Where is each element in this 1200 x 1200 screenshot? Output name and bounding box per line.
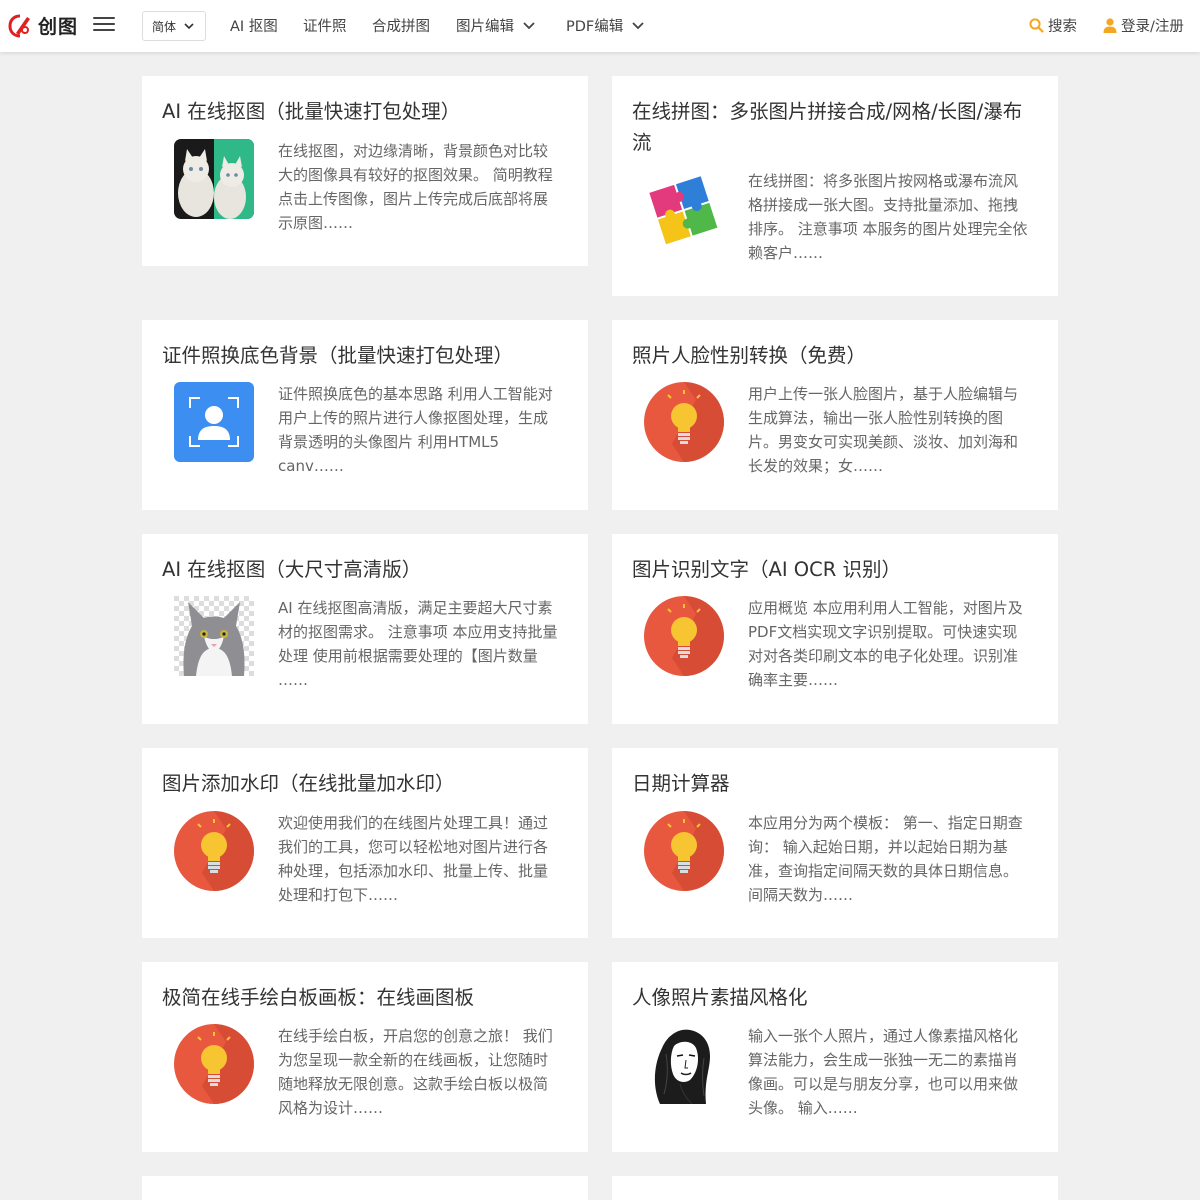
card-description: 本应用分为两个模板： 第一、指定日期查询： 输入起始日期，并以起始日期为基准，查… bbox=[748, 814, 1023, 904]
chevron-down-icon bbox=[632, 21, 644, 29]
site-logo[interactable]: 创图 bbox=[8, 12, 78, 39]
login-button[interactable]: 登录/注册 bbox=[1103, 15, 1184, 36]
nav-ai-cutout[interactable]: AI 抠图 bbox=[230, 15, 278, 36]
nav-label: 图片编辑 bbox=[456, 19, 514, 35]
card-description: 输入一张个人照片，通过人像素描风格化算法能力，会生成一张独一无二的素描肖像画。可… bbox=[748, 1027, 1019, 1117]
tool-card[interactable]: 照片人脸性别转换（免费） 用户上传一张人脸图片，基于人脸编辑与生成算法，输出一张… bbox=[612, 320, 1058, 510]
language-select-value: 简体 bbox=[152, 19, 177, 34]
login-label: 登录/注册 bbox=[1121, 19, 1184, 35]
id-photo-icon bbox=[174, 382, 254, 462]
tool-card[interactable]: 图片添加水印（在线批量加水印） 欢迎使用我们的在线图片处理工具！通过我们的工具，… bbox=[142, 748, 588, 938]
tool-card[interactable]: 图片识别文字（AI OCR 识别） 应用概览 本应用利用人工智能，对图片及PDF… bbox=[612, 534, 1058, 724]
search-button[interactable]: 搜索 bbox=[1029, 15, 1077, 36]
tool-card[interactable]: 证件照换底色背景（批量快速打包处理） 证件照换底色的基本思路 利用人工智能对用户… bbox=[142, 320, 588, 510]
tool-card[interactable]: AI 在线抠图（大尺寸高清版） AI 在线抠图高清版，满足主要超大尺寸素材的抠图… bbox=[142, 534, 588, 724]
lightbulb-icon bbox=[644, 382, 724, 462]
tool-card[interactable]: AI 在线抠图（批量快速打包处理） 在线抠图，对边缘清晰，背景颜色对比较大的图像… bbox=[142, 76, 588, 266]
nav-image-edit[interactable]: 图片编辑 bbox=[456, 15, 535, 36]
tool-card[interactable]: 极简在线手绘白板画板：在线画图板 在线手绘白板，开启您的创意之旅！ 我们为您呈现… bbox=[142, 962, 588, 1152]
card-description: AI 在线抠图高清版，满足主要超大尺寸素材的抠图需求。 注意事项 本应用支持批量… bbox=[278, 599, 558, 689]
chevron-down-icon bbox=[523, 21, 535, 29]
logo-mark-icon bbox=[8, 14, 30, 37]
card-title: 证件照换底色背景（批量快速打包处理） bbox=[162, 344, 514, 367]
lightbulb-icon bbox=[174, 811, 254, 891]
language-select[interactable]: 简体 bbox=[142, 11, 206, 41]
nav-label: AI 抠图 bbox=[230, 19, 278, 35]
nav-label: 证件照 bbox=[303, 19, 347, 35]
tool-card[interactable]: 日期计算器 本应用分为两个模板： 第一、指定日期查询： 输入起始日期，并以起始日… bbox=[612, 748, 1058, 938]
tool-card[interactable]: 人像照片素描风格化 输入一张个人照片，通过人像素描风格化算法能力，会生成一张独一… bbox=[612, 962, 1058, 1152]
nav-pdf-edit[interactable]: PDF编辑 bbox=[566, 15, 644, 36]
cat-hd-icon bbox=[174, 596, 254, 676]
card-title: 人像照片素描风格化 bbox=[632, 986, 808, 1009]
logo-text: 创图 bbox=[38, 16, 79, 38]
tool-card[interactable] bbox=[142, 1176, 588, 1200]
card-title: AI 在线抠图（批量快速打包处理） bbox=[162, 100, 461, 123]
tool-card[interactable] bbox=[612, 1176, 1058, 1200]
card-description: 在线抠图，对边缘清晰，背景颜色对比较大的图像具有较好的抠图效果。 简明教程 点击… bbox=[278, 142, 553, 232]
card-description: 欢迎使用我们的在线图片处理工具！通过我们的工具，您可以轻松地对图片进行各种处理，… bbox=[278, 814, 549, 904]
tool-card[interactable]: 在线拼图：多张图片拼接合成/网格/长图/瀑布流 在线拼图：将多张图片按网格或瀑布… bbox=[612, 76, 1058, 296]
card-title: 照片人脸性别转换（免费） bbox=[632, 344, 867, 367]
nav-collage[interactable]: 合成拼图 bbox=[372, 15, 430, 36]
card-description: 用户上传一张人脸图片，基于人脸编辑与生成算法，输出一张人脸性别转换的图片。男变女… bbox=[748, 385, 1019, 475]
card-title: 日期计算器 bbox=[632, 772, 730, 795]
card-description: 应用概览 本应用利用人工智能，对图片及PDF文档实现文字识别提取。可快速实现对对… bbox=[748, 599, 1023, 689]
card-description: 在线拼图：将多张图片按网格或瀑布流风格拼接成一张大图。支持批量添加、拖拽排序。 … bbox=[748, 172, 1028, 262]
hamburger-menu-icon[interactable] bbox=[93, 17, 115, 35]
card-title: 图片识别文字（AI OCR 识别） bbox=[632, 558, 902, 581]
card-description: 证件照换底色的基本思路 利用人工智能对用户上传的照片进行人像抠图处理，生成背景透… bbox=[278, 385, 553, 475]
puzzle-icon bbox=[649, 176, 718, 245]
lightbulb-icon bbox=[644, 811, 724, 891]
nav-id-photo[interactable]: 证件照 bbox=[303, 15, 347, 36]
card-title: 极简在线手绘白板画板：在线画图板 bbox=[162, 986, 475, 1009]
portrait-sketch-icon bbox=[644, 1024, 724, 1104]
top-navbar: 创图 简体 AI 抠图 证件照 合成拼图 图片编辑 PDF编辑 搜索 登录/注册 bbox=[0, 0, 1200, 52]
nav-label: 合成拼图 bbox=[372, 19, 430, 35]
cat-cutout-icon bbox=[174, 139, 254, 219]
card-title: 在线拼图：多张图片拼接合成/网格/长图/瀑布流 bbox=[632, 100, 1023, 154]
card-description: 在线手绘白板，开启您的创意之旅！ 我们为您呈现一款全新的在线画板，让您随时随地释… bbox=[278, 1027, 553, 1117]
chevron-down-icon bbox=[184, 22, 194, 29]
search-label: 搜索 bbox=[1048, 19, 1077, 35]
card-title: 图片添加水印（在线批量加水印） bbox=[162, 772, 455, 795]
lightbulb-icon bbox=[644, 596, 724, 676]
user-icon bbox=[1103, 18, 1117, 33]
search-icon bbox=[1029, 18, 1044, 33]
card-title: AI 在线抠图（大尺寸高清版） bbox=[162, 558, 422, 581]
nav-label: PDF编辑 bbox=[566, 19, 624, 35]
lightbulb-icon bbox=[174, 1024, 254, 1104]
